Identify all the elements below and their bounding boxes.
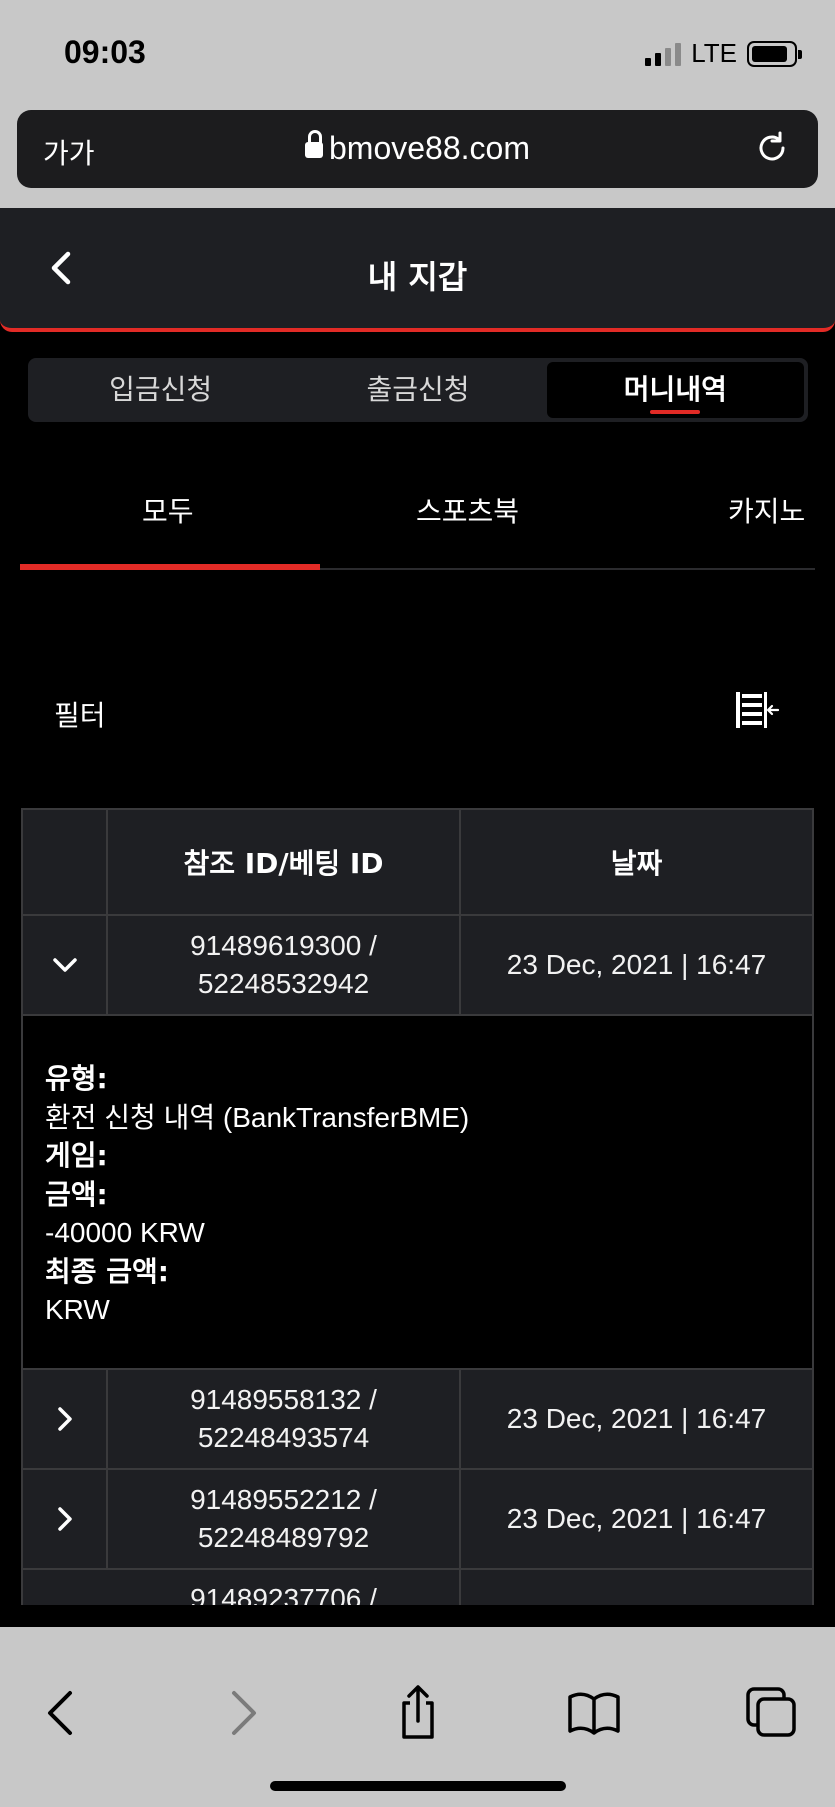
tabs-icon[interactable] <box>744 1685 800 1741</box>
row-date: 23 Dec, 2021 | 16:47 <box>506 1503 767 1534</box>
row-ref-id: 91489237706 / <box>108 1570 461 1605</box>
tab-deposit-request[interactable]: 입금신청 <box>32 362 289 418</box>
detail-type-value: 환전 신청 내역 (BankTransferBME) <box>45 1101 470 1133</box>
table-row[interactable]: 91489552212 /52248489792 23 Dec, 2021 | … <box>23 1470 812 1570</box>
table-header: 참조 ID/베팅 ID 날짜 <box>23 808 812 916</box>
row-toggle[interactable] <box>23 1470 108 1568</box>
row-date: 23 Dec, 2021 | 16:47 <box>506 949 767 980</box>
page-title: 내 지갑 <box>367 258 468 296</box>
app-header: 내 지갑 <box>0 208 835 332</box>
detail-amount-value: -40000 KRW <box>45 1217 205 1248</box>
table-row[interactable]: 91489619300 /52248532942 23 Dec, 2021 | … <box>23 916 812 1016</box>
reload-icon[interactable] <box>754 130 790 166</box>
active-tab-indicator <box>650 410 701 414</box>
row-detail-panel: 유형: 환전 신청 내역 (BankTransferBME) 게임: 금액: -… <box>23 1016 812 1370</box>
header-expand-column <box>23 810 108 914</box>
row-toggle[interactable] <box>23 1370 108 1468</box>
filter-list-icon[interactable] <box>736 690 780 730</box>
row-ref-id: 91489619300 /52248532942 <box>108 916 461 1014</box>
detail-amount-label: 금액: <box>45 1177 108 1211</box>
header-ref-id: 참조 ID/베팅 ID <box>108 810 461 914</box>
battery-icon <box>747 40 802 67</box>
status-indicators: LTE <box>645 38 802 69</box>
status-time: 09:03 <box>64 34 146 70</box>
signal-icon <box>645 42 682 66</box>
browser-back-icon[interactable] <box>34 1685 90 1741</box>
share-icon[interactable] <box>390 1685 446 1741</box>
lock-icon <box>305 130 323 160</box>
url-display[interactable]: bmove88.com <box>17 130 818 167</box>
transaction-table: 참조 ID/베팅 ID 날짜 91489619300 /52248532942 … <box>21 808 814 1605</box>
chevron-right-icon <box>57 1507 72 1531</box>
row-ref-id: 91489558132 /52248493574 <box>108 1370 461 1468</box>
detail-game-label: 게임: <box>45 1139 108 1172</box>
header-date: 날짜 <box>610 847 663 880</box>
book-icon[interactable] <box>566 1685 622 1741</box>
row-ref-id: 91489552212 /52248489792 <box>108 1470 461 1568</box>
tab-money-history[interactable]: 머니내역 <box>546 362 804 418</box>
browser-toolbar <box>0 1627 835 1807</box>
active-category-indicator <box>20 564 320 570</box>
tab-casino[interactable]: 카지노 <box>728 490 805 530</box>
detail-type-label: 유형: <box>45 1062 108 1095</box>
row-date: 23 Dec, 2021 | 16:47 <box>506 1403 767 1434</box>
detail-final-amount-value: KRW <box>45 1294 110 1325</box>
table-row[interactable]: 91489237706 / <box>23 1570 812 1605</box>
tab-withdraw-request[interactable]: 출금신청 <box>289 362 546 418</box>
wallet-segment-tabs: 입금신청 출금신청 머니내역 <box>28 358 808 422</box>
status-bar: 09:03 LTE <box>0 0 835 106</box>
tab-money-history-label: 머니내역 <box>623 373 727 406</box>
browser-forward-icon[interactable] <box>214 1685 270 1741</box>
chevron-right-icon <box>57 1407 72 1431</box>
detail-final-amount-label: 최종 금액: <box>45 1254 169 1288</box>
tab-sportsbook[interactable]: 스포츠북 <box>416 490 519 530</box>
table-row[interactable]: 91489558132 /52248493574 23 Dec, 2021 | … <box>23 1370 812 1470</box>
browser-address-area: 가가 bmove88.com <box>0 106 835 208</box>
category-tabs: 모두 스포츠북 카지노 <box>20 460 835 570</box>
network-label: LTE <box>691 38 737 68</box>
row-toggle[interactable] <box>23 916 108 1014</box>
url-text: bmove88.com <box>329 130 530 166</box>
tab-all[interactable]: 모두 <box>142 490 194 530</box>
filter-label: 필터 <box>54 699 106 732</box>
address-bar[interactable]: 가가 bmove88.com <box>17 110 818 188</box>
home-indicator <box>270 1781 566 1791</box>
chevron-down-icon <box>52 958 77 972</box>
